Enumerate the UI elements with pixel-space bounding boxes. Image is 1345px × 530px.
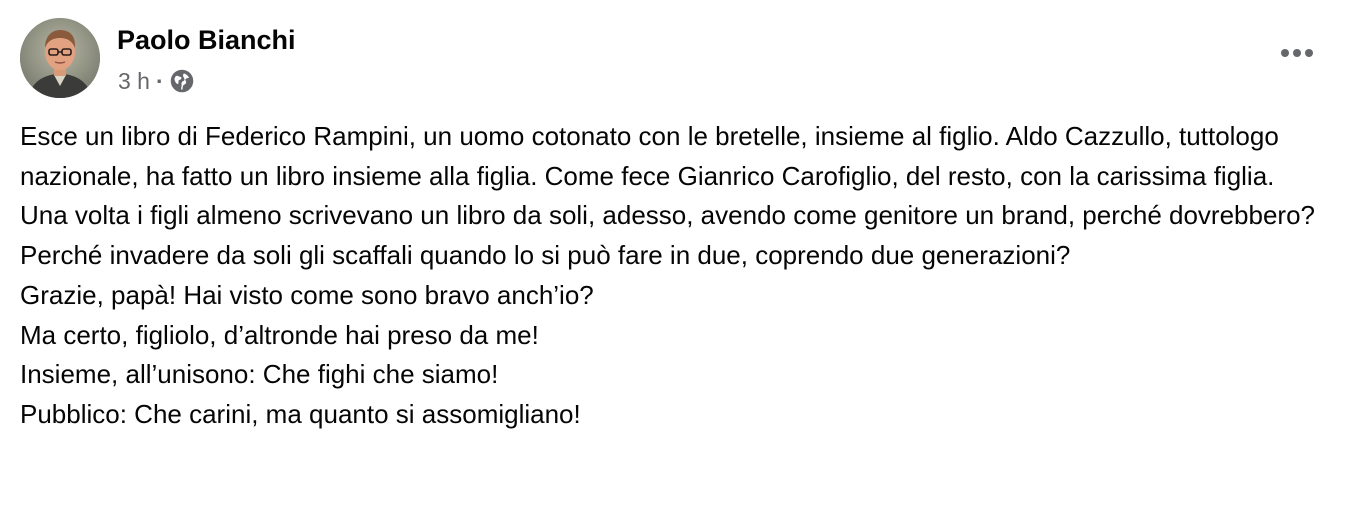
- avatar[interactable]: [20, 18, 100, 98]
- post-body: Esce un libro di Federico Rampini, un uo…: [20, 117, 1330, 435]
- post-paragraph: Esce un libro di Federico Rampini, un uo…: [20, 121, 1279, 191]
- post-meta: 3 h ·: [118, 66, 194, 96]
- meta-separator: ·: [155, 68, 164, 94]
- more-options-icon: [1280, 45, 1314, 63]
- globe-icon[interactable]: [170, 69, 194, 93]
- post-timestamp[interactable]: 3 h: [118, 66, 150, 96]
- post-paragraph: Grazie, papà! Hai visto come sono bravo …: [20, 279, 594, 310]
- post-paragraph: Pubblico: Che carini, ma quanto si assom…: [20, 398, 581, 429]
- post-paragraph: Una volta i figli almeno scrivevano un l…: [20, 200, 1315, 271]
- post-paragraph: Insieme, all’unisono: Che fighi che siam…: [20, 359, 499, 390]
- author-name[interactable]: Paolo Bianchi: [117, 24, 296, 56]
- more-options-button[interactable]: [1275, 42, 1319, 66]
- post-header: Paolo Bianchi 3 h ·: [20, 18, 1325, 100]
- post-paragraph: Ma certo, figliolo, d’altronde hai preso…: [20, 319, 539, 350]
